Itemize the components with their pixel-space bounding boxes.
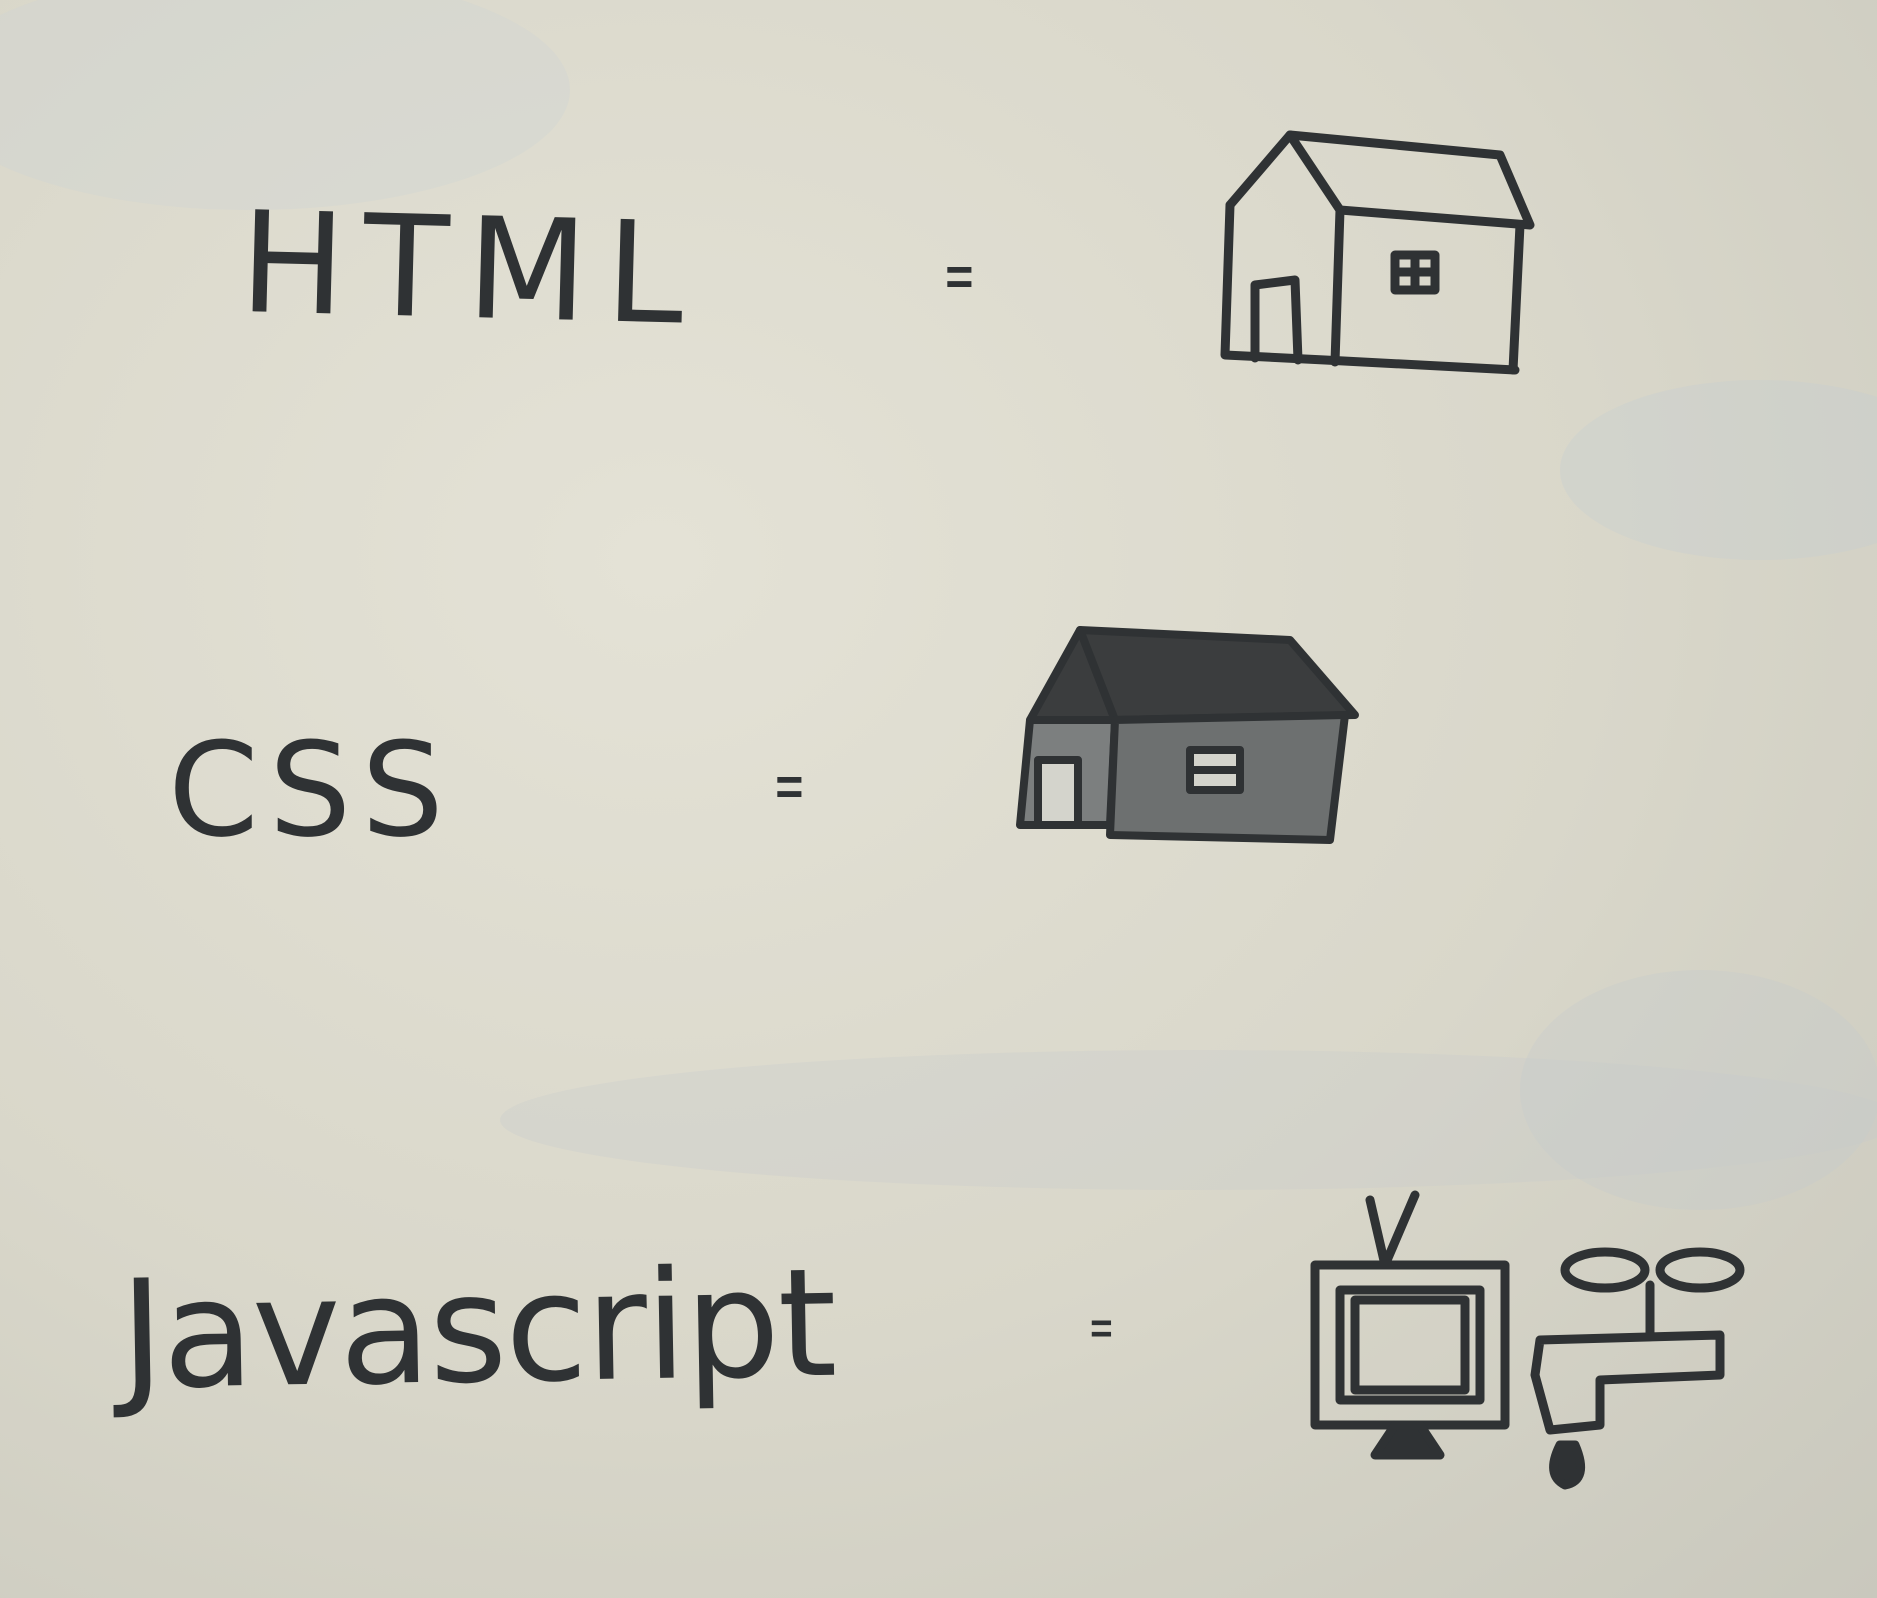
water-tap-icon <box>1530 1247 1745 1490</box>
term-javascript: Javascript <box>118 1236 837 1424</box>
equals-sign-css: = <box>773 744 806 826</box>
house-outline-icon <box>1220 130 1535 375</box>
equals-sign-html: = <box>943 234 976 316</box>
equals-sign-javascript: = <box>1088 1295 1115 1360</box>
term-css: CSS <box>168 714 454 866</box>
term-html: HTML <box>237 181 704 358</box>
house-filled-icon <box>1016 626 1359 844</box>
television-icon <box>1310 1190 1510 1460</box>
notebook-page: { "page": { "paper_color": "#dcdacd", "i… <box>0 0 1877 1598</box>
